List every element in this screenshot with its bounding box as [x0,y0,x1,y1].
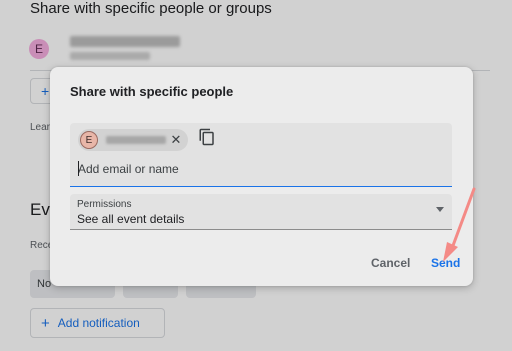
close-icon[interactable]: ✕ [168,131,184,149]
redacted-recipient-email [106,136,166,144]
send-button[interactable]: Send [431,256,460,270]
recipients-field[interactable]: E ✕ [70,123,452,187]
email-input[interactable] [78,160,438,178]
permissions-value: See all event details [77,212,185,226]
permissions-select[interactable]: Permissions See all event details [70,194,452,230]
recipient-avatar: E [80,131,98,149]
dialog-title: Share with specific people [70,84,234,99]
recipient-chip: E ✕ [78,129,188,151]
text-cursor [78,161,79,176]
permissions-label: Permissions [77,199,132,210]
chevron-down-icon [436,207,444,212]
copy-icon[interactable] [198,128,216,146]
cancel-button[interactable]: Cancel [371,256,410,270]
share-dialog: Share with specific people E ✕ Permissio… [50,67,473,286]
